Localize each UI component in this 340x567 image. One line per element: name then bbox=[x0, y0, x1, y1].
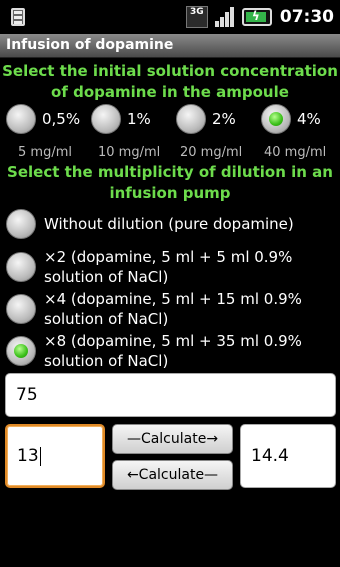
dilution-option-x2[interactable]: ×2 (dopamine, 5 ml + 5 ml 0.9% solution … bbox=[6, 247, 340, 287]
status-time: 07:30 bbox=[279, 7, 334, 27]
concentration-label: 0,5% bbox=[42, 110, 81, 128]
dilution-option-none[interactable]: Without dilution (pure dopamine) bbox=[6, 208, 340, 240]
text-cursor bbox=[39, 446, 41, 466]
concentration-label: 1% bbox=[127, 110, 151, 128]
weight-input-value: 75 bbox=[16, 385, 38, 405]
dilution-option-x4[interactable]: ×4 (dopamine, 5 ml + 15 ml 0.9% solution… bbox=[6, 289, 340, 329]
right-value-input[interactable]: 14.4 bbox=[240, 424, 336, 488]
radio-button[interactable] bbox=[6, 294, 36, 324]
concentration-mg-label: 40 mg/ml bbox=[264, 145, 327, 160]
concentration-option-4[interactable]: 4% bbox=[261, 98, 321, 140]
battery-charging-icon: ϟ bbox=[241, 8, 272, 26]
concentration-mg-label: 5 mg/ml bbox=[18, 145, 72, 160]
radio-button-selected[interactable] bbox=[6, 336, 36, 366]
concentration-label: 2% bbox=[212, 110, 236, 128]
calculate-back-button[interactable]: ←Calculate— bbox=[112, 460, 233, 490]
radio-button[interactable] bbox=[91, 104, 121, 134]
radio-button[interactable] bbox=[6, 104, 36, 134]
concentration-option-0-5[interactable]: 0,5% bbox=[6, 98, 80, 140]
dilution-label: ×2 (dopamine, 5 ml + 5 ml 0.9% solution … bbox=[44, 247, 292, 287]
dilution-label: ×4 (dopamine, 5 ml + 15 ml 0.9% solution… bbox=[44, 289, 302, 329]
dilution-label-line1: ×8 (dopamine, 5 ml + 35 ml 0.9% bbox=[44, 332, 302, 350]
concentration-heading: Select the initial solution concentratio… bbox=[2, 62, 338, 101]
dilution-label-line1: ×4 (dopamine, 5 ml + 15 ml 0.9% bbox=[44, 290, 302, 308]
dilution-label-line2: solution of NaCl) bbox=[44, 310, 169, 328]
dilution-label-line2: solution of NaCl) bbox=[44, 352, 169, 370]
title-bar: Infusion of dopamine bbox=[0, 34, 340, 58]
calculate-forward-button[interactable]: —Calculate→ bbox=[112, 424, 233, 454]
left-value-input[interactable]: 13 bbox=[5, 424, 105, 488]
app-title: Infusion of dopamine bbox=[6, 37, 174, 53]
concentration-mg-label: 20 mg/ml bbox=[180, 145, 243, 160]
concentration-option-1[interactable]: 1% bbox=[91, 98, 151, 140]
left-value-text: 13 bbox=[17, 446, 39, 466]
radio-button-selected[interactable] bbox=[261, 104, 291, 134]
status-bar: 3G ϟ 07:30 bbox=[0, 0, 340, 34]
right-value-text: 14.4 bbox=[251, 446, 289, 466]
dilution-option-x8[interactable]: ×8 (dopamine, 5 ml + 35 ml 0.9% solution… bbox=[6, 331, 340, 371]
dilution-label: ×8 (dopamine, 5 ml + 35 ml 0.9% solution… bbox=[44, 331, 302, 371]
radio-button[interactable] bbox=[6, 209, 36, 239]
network-3g-icon: 3G bbox=[185, 6, 208, 28]
sd-card-icon bbox=[8, 6, 30, 28]
radio-button[interactable] bbox=[176, 104, 206, 134]
signal-strength-icon bbox=[214, 6, 236, 28]
concentration-mg-label: 10 mg/ml bbox=[98, 145, 161, 160]
dilution-label: Without dilution (pure dopamine) bbox=[44, 215, 294, 233]
dilution-label-line1: ×2 (dopamine, 5 ml + 5 ml 0.9% bbox=[44, 248, 293, 266]
concentration-option-2[interactable]: 2% bbox=[176, 98, 236, 140]
dilution-label-line2: solution of NaCl) bbox=[44, 268, 169, 286]
weight-input[interactable]: 75 bbox=[5, 373, 336, 417]
radio-button[interactable] bbox=[6, 252, 36, 282]
concentration-label: 4% bbox=[297, 110, 321, 128]
dilution-heading: Select the multiplicity of dilution in a… bbox=[7, 163, 333, 202]
concentration-radio-group: 0,5% 1% 2% 4% bbox=[0, 98, 340, 140]
